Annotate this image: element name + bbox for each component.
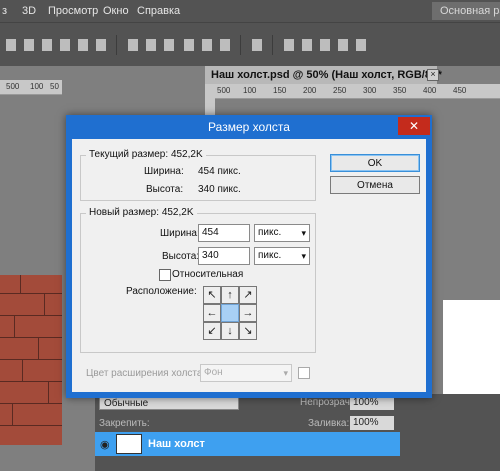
width-input[interactable]: 454	[198, 224, 250, 242]
distribute-top-icon[interactable]	[128, 39, 138, 51]
distribute-left-icon[interactable]	[184, 39, 194, 51]
options-bar	[0, 22, 500, 67]
anchor-label: Расположение:	[126, 286, 197, 297]
ok-button[interactable]: OK	[330, 154, 420, 172]
separator	[116, 35, 117, 55]
ruler-tick: 250	[333, 86, 347, 95]
relative-label: Относительная	[172, 269, 244, 280]
chevron-down-icon: ▾	[283, 368, 288, 378]
ruler-tick: 400	[423, 86, 437, 95]
ruler-top: 500 100 150 200 250 300 350 400 450	[215, 84, 500, 99]
3d-roll-icon[interactable]	[302, 39, 312, 51]
ruler-tick: 100	[30, 82, 44, 91]
anchor-left[interactable]: ←	[203, 304, 221, 322]
cancel-button[interactable]: Отмена	[330, 176, 420, 194]
menu-item-view[interactable]: Просмотр	[48, 5, 98, 17]
current-height-label: Высота:	[146, 184, 184, 195]
align-bottom-icon[interactable]	[96, 39, 106, 51]
separator	[240, 35, 241, 55]
relative-checkbox[interactable]	[159, 269, 171, 281]
current-width-label: Ширина:	[144, 166, 184, 177]
3d-pan-icon[interactable]	[320, 39, 330, 51]
menu-item-3d[interactable]: 3D	[22, 5, 36, 17]
opacity-input[interactable]: 100%	[350, 396, 394, 410]
ruler-tick: 100	[243, 86, 257, 95]
auto-align-icon[interactable]	[252, 39, 262, 51]
ruler-tick: 450	[453, 86, 467, 95]
ruler-tick: 500	[6, 82, 20, 91]
anchor-bottom-left[interactable]: ↙	[203, 322, 221, 340]
chevron-down-icon: ▾	[301, 251, 306, 261]
anchor-top[interactable]: ↑	[221, 286, 239, 304]
menu-item-window[interactable]: Окно	[103, 5, 129, 17]
menubar: з 3D Просмотр Окно Справка Основная раб	[0, 0, 500, 22]
menu-item-3[interactable]: з	[2, 5, 7, 17]
distribute-bottom-icon[interactable]	[164, 39, 174, 51]
lock-label: Закрепить:	[99, 418, 150, 429]
new-height-label: Высота:	[162, 251, 200, 262]
ruler-tick: 350	[393, 86, 407, 95]
close-icon[interactable]: ×	[427, 69, 439, 81]
current-width-value: 454 пикс.	[198, 166, 241, 177]
dialog-title: Размер холста	[208, 120, 290, 134]
layer-name: Наш холст	[148, 438, 205, 450]
close-icon[interactable]: ✕	[398, 117, 430, 135]
current-height-value: 340 пикс.	[198, 184, 241, 195]
layer-thumbnail	[116, 434, 142, 454]
distribute-middle-icon[interactable]	[146, 39, 156, 51]
document-tab[interactable]: Наш холст.psd @ 50% (Наш холст, RGB/8) *	[205, 66, 442, 84]
anchor-center[interactable]	[221, 304, 239, 322]
eye-icon[interactable]: ◉	[100, 438, 110, 451]
height-input[interactable]: 340	[198, 247, 250, 265]
align-center-icon[interactable]	[24, 39, 34, 51]
anchor-top-right[interactable]: ↗	[239, 286, 257, 304]
chevron-down-icon: ▾	[301, 228, 306, 238]
ruler-tick: 150	[273, 86, 287, 95]
separator	[272, 35, 273, 55]
ruler-left: 500 100 50	[0, 80, 62, 95]
dialog-body: Текущий размер: 452,2K Ширина: 454 пикс.…	[72, 139, 426, 392]
align-left-icon[interactable]	[6, 39, 16, 51]
align-middle-icon[interactable]	[78, 39, 88, 51]
menu-item-help[interactable]: Справка	[137, 5, 180, 17]
ruler-tick: 50	[50, 82, 59, 91]
ruler-tick: 300	[363, 86, 377, 95]
workspace-button[interactable]: Основная раб	[432, 2, 500, 20]
new-width-label: Ширина:	[160, 228, 200, 239]
anchor-bottom[interactable]: ↓	[221, 322, 239, 340]
width-unit-select[interactable]: пикс. ▾	[254, 224, 310, 242]
current-size-label: Текущий размер: 452,2K	[86, 149, 206, 160]
ruler-tick: 500	[217, 86, 231, 95]
blend-mode-select[interactable]: Обычные	[99, 396, 239, 410]
fill-input[interactable]: 100%	[350, 416, 394, 430]
extension-color-select[interactable]: Фон ▾	[200, 364, 292, 382]
fill-label: Заливка:	[308, 418, 350, 429]
3d-slide-icon[interactable]	[338, 39, 348, 51]
anchor-top-left[interactable]: ↖	[203, 286, 221, 304]
distribute-right-icon[interactable]	[220, 39, 230, 51]
height-unit-select[interactable]: пикс. ▾	[254, 247, 310, 265]
distribute-center-icon[interactable]	[202, 39, 212, 51]
ruler-tick: 200	[303, 86, 317, 95]
align-right-icon[interactable]	[42, 39, 52, 51]
brick-image	[0, 275, 62, 445]
color-swatch[interactable]	[298, 367, 310, 379]
3d-scale-icon[interactable]	[356, 39, 366, 51]
3d-rotate-icon[interactable]	[284, 39, 294, 51]
anchor-bottom-right[interactable]: ↘	[239, 322, 257, 340]
anchor-right[interactable]: →	[239, 304, 257, 322]
new-size-label: Новый размер: 452,2K	[86, 207, 197, 218]
extension-color-label: Цвет расширения холста:	[86, 368, 206, 379]
align-top-icon[interactable]	[60, 39, 70, 51]
